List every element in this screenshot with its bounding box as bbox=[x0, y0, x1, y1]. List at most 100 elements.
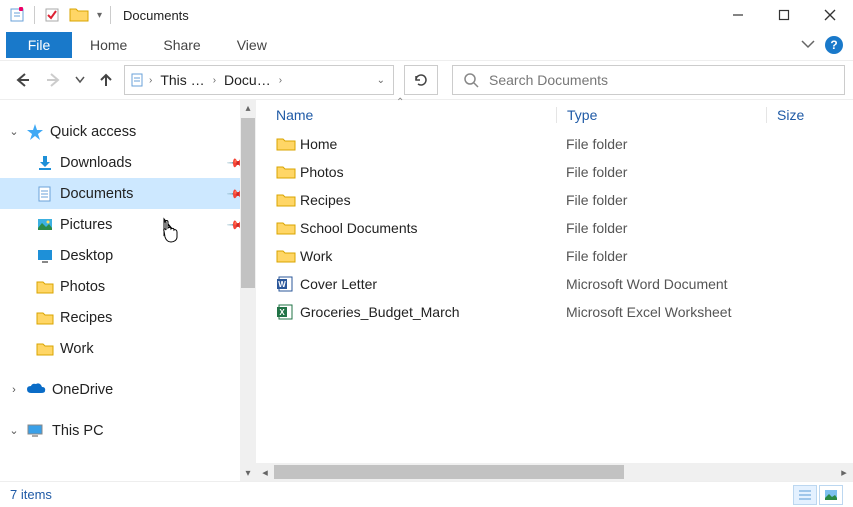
back-button[interactable] bbox=[8, 66, 36, 94]
word-icon: W bbox=[276, 275, 300, 293]
svg-text:X: X bbox=[279, 308, 285, 317]
chevron-right-icon[interactable]: › bbox=[211, 75, 218, 86]
folder-icon bbox=[69, 6, 89, 24]
checkbox-icon[interactable] bbox=[41, 4, 63, 26]
tree-item-photos[interactable]: Photos bbox=[0, 271, 256, 302]
breadcrumb-segment[interactable]: This … bbox=[156, 72, 208, 88]
navigation-pane: ⌄ Quick access Downloads 📌 Documents 📌 P… bbox=[0, 100, 256, 481]
column-size[interactable]: Size bbox=[766, 107, 853, 123]
tab-share[interactable]: Share bbox=[145, 32, 218, 58]
search-box[interactable]: Search Documents bbox=[452, 65, 845, 95]
tree-label: Work bbox=[60, 341, 94, 357]
tree-onedrive[interactable]: › OneDrive bbox=[0, 374, 256, 405]
tree-item-desktop[interactable]: Desktop bbox=[0, 240, 256, 271]
file-icon bbox=[129, 72, 145, 88]
file-name: Photos bbox=[300, 164, 556, 180]
scroll-track[interactable] bbox=[274, 465, 835, 479]
star-icon bbox=[26, 123, 44, 141]
download-icon bbox=[36, 154, 54, 172]
excel-icon: X bbox=[276, 303, 300, 321]
scroll-thumb[interactable] bbox=[274, 465, 624, 479]
chevron-right-icon[interactable]: › bbox=[147, 75, 154, 86]
folder-icon bbox=[276, 192, 300, 208]
folder-icon bbox=[36, 341, 54, 357]
breadcrumb-segment[interactable]: Docu… bbox=[220, 72, 275, 88]
quick-access-toolbar bbox=[6, 4, 63, 26]
minimize-button[interactable] bbox=[715, 0, 761, 30]
nav-scrollbar[interactable]: ▴ ▾ bbox=[240, 100, 256, 481]
horizontal-scrollbar[interactable]: ◂ ▸ bbox=[256, 463, 853, 481]
chevron-right-icon[interactable]: › bbox=[277, 75, 284, 86]
address-dropdown-icon[interactable]: ⌄ bbox=[373, 75, 389, 86]
tree-item-documents[interactable]: Documents 📌 bbox=[0, 178, 256, 209]
desktop-icon bbox=[36, 247, 54, 265]
tab-home[interactable]: Home bbox=[72, 32, 145, 58]
file-name: Work bbox=[300, 248, 556, 264]
sort-indicator-icon: ⌃ bbox=[396, 97, 404, 108]
column-name[interactable]: Name ⌃ bbox=[276, 107, 556, 123]
search-icon bbox=[463, 72, 479, 88]
column-label: Name bbox=[276, 107, 313, 123]
file-row[interactable]: RecipesFile folder bbox=[256, 186, 853, 214]
folder-icon bbox=[276, 220, 300, 236]
separator bbox=[34, 6, 35, 24]
pc-icon bbox=[26, 423, 46, 439]
folder-icon bbox=[36, 279, 54, 295]
tree-item-downloads[interactable]: Downloads 📌 bbox=[0, 147, 256, 178]
properties-icon[interactable] bbox=[6, 4, 28, 26]
folder-icon bbox=[276, 164, 300, 180]
tree-label: Quick access bbox=[50, 124, 136, 140]
scroll-left-icon[interactable]: ◂ bbox=[256, 466, 274, 479]
scroll-down-icon[interactable]: ▾ bbox=[240, 465, 256, 481]
search-placeholder: Search Documents bbox=[489, 72, 608, 88]
file-row[interactable]: WCover LetterMicrosoft Word Document bbox=[256, 270, 853, 298]
file-row[interactable]: PhotosFile folder bbox=[256, 158, 853, 186]
chevron-down-icon[interactable]: ⌄ bbox=[8, 424, 20, 437]
column-headers: Name ⌃ Type Size bbox=[256, 100, 853, 130]
scroll-thumb[interactable] bbox=[241, 118, 255, 288]
ribbon-expand-icon[interactable] bbox=[801, 40, 815, 50]
details-view-button[interactable] bbox=[793, 485, 817, 505]
file-type: File folder bbox=[556, 164, 766, 180]
file-row[interactable]: School DocumentsFile folder bbox=[256, 214, 853, 242]
column-type[interactable]: Type bbox=[556, 107, 766, 123]
file-row[interactable]: WorkFile folder bbox=[256, 242, 853, 270]
address-bar[interactable]: › This … › Docu… › ⌄ bbox=[124, 65, 394, 95]
separator bbox=[110, 6, 111, 24]
tree-label: Recipes bbox=[60, 310, 112, 326]
window-title: Documents bbox=[123, 8, 189, 23]
chevron-down-icon[interactable]: ⌄ bbox=[8, 125, 20, 138]
folder-icon bbox=[36, 310, 54, 326]
up-button[interactable] bbox=[92, 66, 120, 94]
folder-icon bbox=[276, 136, 300, 152]
maximize-button[interactable] bbox=[761, 0, 807, 30]
tree-this-pc[interactable]: ⌄ This PC bbox=[0, 415, 256, 446]
forward-button[interactable] bbox=[40, 66, 68, 94]
scroll-up-icon[interactable]: ▴ bbox=[240, 100, 256, 116]
scroll-right-icon[interactable]: ▸ bbox=[835, 466, 853, 479]
close-button[interactable] bbox=[807, 0, 853, 30]
file-row[interactable]: HomeFile folder bbox=[256, 130, 853, 158]
file-type: File folder bbox=[556, 248, 766, 264]
ribbon-row: File Home Share View ? bbox=[0, 30, 853, 60]
tab-view[interactable]: View bbox=[219, 32, 285, 58]
help-icon[interactable]: ? bbox=[825, 36, 843, 54]
tree-item-pictures[interactable]: Pictures 📌 bbox=[0, 209, 256, 240]
file-type: File folder bbox=[556, 220, 766, 236]
thumbnails-view-button[interactable] bbox=[819, 485, 843, 505]
file-tab[interactable]: File bbox=[6, 32, 72, 58]
qat-dropdown-icon[interactable]: ▾ bbox=[97, 10, 102, 21]
refresh-button[interactable] bbox=[404, 65, 438, 95]
folder-icon bbox=[276, 248, 300, 264]
view-toggles bbox=[793, 485, 843, 505]
recent-locations-button[interactable] bbox=[72, 66, 88, 94]
tree-item-recipes[interactable]: Recipes bbox=[0, 302, 256, 333]
chevron-right-icon[interactable]: › bbox=[8, 384, 20, 396]
tree-item-work[interactable]: Work bbox=[0, 333, 256, 364]
file-list: HomeFile folderPhotosFile folderRecipesF… bbox=[256, 130, 853, 463]
tree-label: OneDrive bbox=[52, 382, 113, 398]
file-name: Cover Letter bbox=[300, 276, 556, 292]
file-type: Microsoft Excel Worksheet bbox=[556, 304, 766, 320]
tree-quick-access[interactable]: ⌄ Quick access bbox=[0, 116, 256, 147]
file-row[interactable]: XGroceries_Budget_MarchMicrosoft Excel W… bbox=[256, 298, 853, 326]
